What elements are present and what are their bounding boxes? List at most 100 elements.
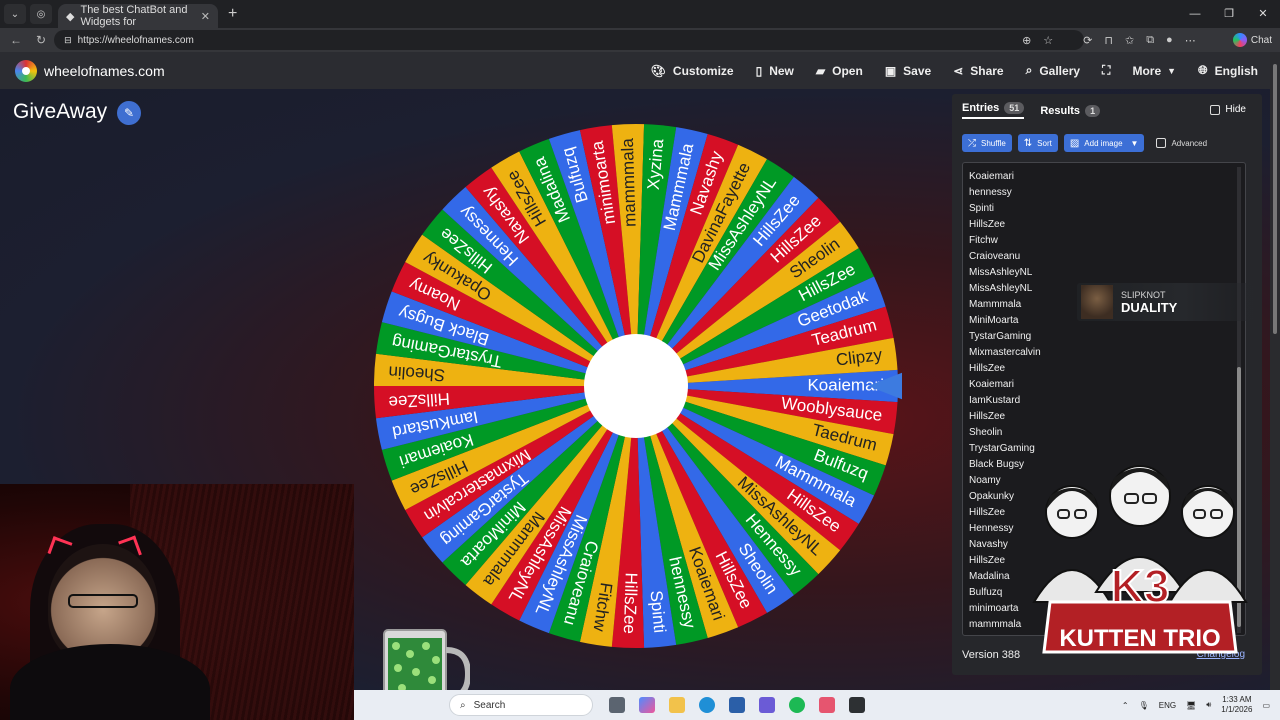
site-info-icon[interactable]: ⊟ — [64, 35, 72, 46]
top-menu: 🎨︎ Customize ▯ New ▰ Open ▣ Save ⋖ Share ⌕ Gal… — [651, 52, 1280, 89]
new-button[interactable]: ▯ New — [756, 64, 794, 78]
obs-icon[interactable] — [849, 697, 865, 713]
artist-name: SLIPKNOT — [1121, 289, 1166, 300]
chevron-up-icon[interactable]: ⌃ — [1122, 701, 1129, 710]
minimize-icon[interactable]: — — [1178, 0, 1212, 28]
gallery-button[interactable]: ⌕ Gallery — [1026, 63, 1080, 78]
app-icon[interactable] — [819, 697, 835, 713]
shuffle-button[interactable]: ⤮ Shuffle — [962, 134, 1012, 152]
notification-icon[interactable]: ▭ — [1262, 701, 1270, 710]
microphone-icon[interactable]: 🎙︎ — [1139, 701, 1149, 710]
language-indicator[interactable]: ENG — [1159, 701, 1176, 710]
entries-count-badge: 51 — [1004, 102, 1025, 114]
sort-button[interactable]: ⇅ Sort — [1017, 134, 1058, 152]
network-icon[interactable]: 🖥︎ — [1186, 701, 1196, 710]
windows-taskbar: ⌕ Search ⌃ 🎙︎ ENG 🖥︎ 🔊︎ 1:33 AM 1/1/2026 … — [354, 690, 1280, 720]
spotify-icon[interactable] — [789, 697, 805, 713]
collections-icon[interactable]: ⧉ — [1146, 34, 1154, 47]
more-menu-button[interactable]: More ▼ — [1132, 64, 1176, 78]
caret-down-icon: ▼ — [1167, 65, 1177, 76]
caret-down-icon: ▼ — [1130, 138, 1139, 148]
entry-line: Koaiemari — [969, 171, 1015, 182]
kutten-trio-logo: K3 KUTTEN TRIO — [1032, 465, 1248, 654]
profile-avatar[interactable]: ● — [1166, 34, 1173, 47]
store-icon[interactable] — [729, 697, 745, 713]
discord-icon[interactable] — [759, 697, 775, 713]
tab-list-button[interactable]: ⌄ — [4, 4, 26, 24]
browser-tab-active[interactable]: ◆ The best ChatBot and Widgets for ✕ — [58, 4, 218, 28]
language-button[interactable]: 🌐︎ English — [1198, 63, 1258, 78]
share-button[interactable]: ⋖ Share — [953, 64, 1003, 78]
copilot-taskbar-icon[interactable] — [639, 697, 655, 713]
entry-line: HillsZee — [969, 219, 1006, 230]
wheel-slice-label: Sheolin — [388, 362, 446, 384]
version-label: Version 388 — [962, 649, 1021, 661]
extensions-icon[interactable]: ⟳ — [1083, 34, 1092, 47]
tab-results[interactable]: Results 1 — [1040, 104, 1101, 117]
wheel-slice-label: HillsZee — [620, 572, 641, 634]
wheel[interactable]: Koaiemari Wooblysauce Taedrum Bulfuzq Mammma… — [370, 120, 914, 652]
webcam-overlay — [0, 484, 354, 720]
fullscreen-icon: ⛶ — [1102, 63, 1111, 77]
tab-entries[interactable]: Entries 51 — [962, 102, 1025, 119]
system-tray: ⌃ 🎙︎ ENG 🖥︎ 🔊︎ 1:33 AM 1/1/2026 ▭ — [1122, 695, 1270, 715]
sort-icon: ⇅ — [1023, 137, 1033, 149]
entry-line: TystarGaming — [969, 331, 1032, 342]
edge-icon[interactable] — [699, 697, 715, 713]
entry-line: Fitchw — [969, 235, 998, 246]
close-tab-icon[interactable]: ✕ — [201, 10, 210, 23]
folder-icon: ▰ — [815, 63, 826, 78]
page-scrollbar[interactable] — [1270, 52, 1280, 690]
file-explorer-icon[interactable] — [669, 697, 685, 713]
restore-icon[interactable]: ❐ — [1212, 0, 1246, 28]
new-tab-button[interactable]: + — [228, 5, 237, 23]
taskbar-search[interactable]: ⌕ Search — [449, 694, 593, 716]
open-button[interactable]: ▰ Open — [816, 64, 863, 78]
wheel-logo-icon — [15, 59, 37, 82]
browser-tabbar: ⌄ ◎ ◆ The best ChatBot and Widgets for ✕… — [0, 0, 1280, 28]
song-title: DUALITY — [1121, 299, 1178, 315]
copilot-chat-button[interactable]: Chat — [1232, 33, 1272, 47]
customize-button[interactable]: 🎨︎ Customize — [651, 64, 734, 78]
new-file-icon: ▯ — [755, 63, 763, 78]
back-icon[interactable]: ← — [10, 33, 22, 47]
favorite-star-icon[interactable]: ☆ — [1043, 34, 1053, 47]
shuffle-icon: ⤮ — [968, 137, 976, 149]
fullscreen-button[interactable]: ⛶ — [1102, 63, 1110, 78]
wheel-center-button[interactable] — [584, 334, 688, 438]
wheel-svg[interactable]: KoaiemariWooblysauceTaedrumBulfuzqMammma… — [370, 120, 914, 652]
edit-title-button[interactable]: ✎ — [117, 101, 141, 125]
advanced-checkbox[interactable]: Advanced — [1156, 138, 1207, 148]
wheel-title: GiveAway — [13, 100, 108, 123]
task-view-icon[interactable] — [609, 697, 625, 713]
split-screen-icon[interactable]: ⊓ — [1104, 34, 1113, 47]
entry-line: Mixmastercalvin — [969, 347, 1041, 358]
add-image-button[interactable]: ▨ Add image ▼ — [1063, 134, 1145, 152]
save-button[interactable]: ▣ Save — [885, 64, 931, 78]
address-bar[interactable]: ⊟ https://wheelofnames.com — [54, 30, 1085, 50]
url-text: https://wheelofnames.com — [77, 34, 194, 46]
close-window-icon[interactable]: ✕ — [1246, 0, 1280, 28]
copilot-icon — [1232, 33, 1247, 47]
wheel-slice-label: HillsZee — [388, 389, 450, 412]
refresh-icon[interactable]: ↻ — [36, 33, 46, 47]
album-art — [1081, 285, 1113, 319]
entry-line: HillsZee — [969, 411, 1006, 422]
favorites-icon[interactable]: ✩ — [1125, 34, 1134, 47]
site-favicon-icon: ◆ — [66, 10, 75, 23]
clock[interactable]: 1:33 AM 1/1/2026 — [1221, 695, 1252, 715]
entry-line: Craioveanu — [969, 251, 1021, 262]
image-icon: ▨ — [1069, 137, 1080, 149]
volume-icon[interactable]: 🔊︎ — [1206, 700, 1211, 710]
entry-line: IamKustard — [969, 395, 1021, 406]
now-playing-widget: SLIPKNOT DUALITY — [1077, 283, 1253, 321]
entry-line: Spinti — [969, 203, 995, 214]
address-bar-row: ← ↻ ⊟ https://wheelofnames.com ⊕ ☆ ⟳ ⊓ ✩… — [0, 28, 1280, 52]
more-icon[interactable]: ⋯ — [1185, 34, 1196, 47]
entry-line: Koaiemari — [969, 379, 1015, 390]
hide-checkbox[interactable]: Hide — [1210, 104, 1246, 115]
site-logo[interactable]: wheelofnames.com — [15, 59, 165, 82]
reader-icon[interactable]: ⊕ — [1022, 34, 1031, 47]
search-icon: ⌕ — [1025, 63, 1033, 77]
pinned-tab[interactable]: ◎ — [30, 4, 52, 24]
